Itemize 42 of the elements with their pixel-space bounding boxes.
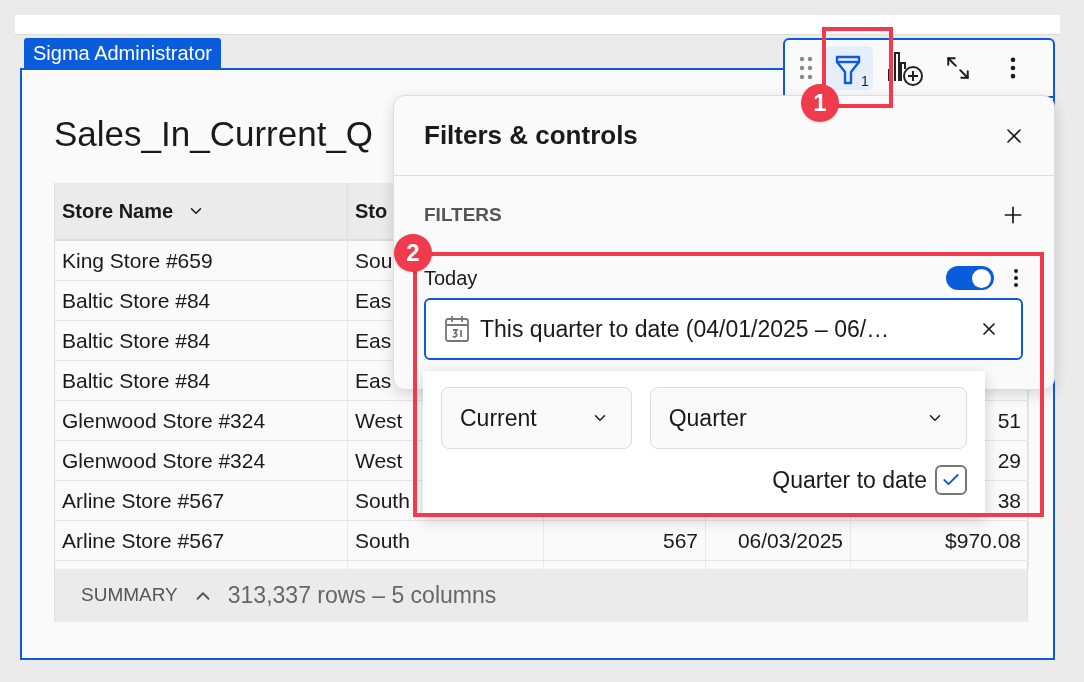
expand-icon[interactable] [945, 55, 971, 81]
calendar-icon [444, 315, 470, 343]
option-label: Quarter to date [772, 466, 927, 495]
card-title: Sales_In_Current_Q [54, 114, 374, 154]
table-cell-text: King Store #659 [62, 247, 213, 274]
table-cell-text: West [355, 447, 403, 474]
section-label: FILTERS [424, 202, 502, 227]
toggle-switch[interactable] [946, 266, 994, 290]
table-cell-text: 567 [662, 527, 698, 554]
table-cell-text: Eas [355, 367, 392, 394]
table-cell-text: Baltic Store #84 [62, 367, 211, 394]
table-cell-text: Baltic Store #84 [62, 287, 211, 314]
date-field[interactable]: This quarter to date (04/01/2025 – 06/… [424, 298, 1023, 360]
select-field[interactable]: Current [441, 387, 632, 449]
drag-handle-icon[interactable] [799, 56, 813, 80]
table-cell-text: 38 [997, 487, 1021, 514]
table-cell-text: 29 [997, 447, 1021, 474]
funnel-icon [835, 54, 861, 86]
select-field[interactable]: Quarter [649, 387, 967, 449]
panel-title: Filters & controls [424, 119, 638, 152]
table-cell-text: South [355, 527, 410, 554]
table-cell-text: $970.08 [945, 527, 1021, 554]
table-cell-text: Eas [355, 287, 392, 314]
bar-chart-plus-icon[interactable] [887, 49, 925, 87]
table-cell-text: Sou [355, 247, 393, 274]
user-tag: Sigma Administrator [24, 38, 221, 68]
table-cell-text: South [355, 487, 410, 514]
table-cell-text: Arline Store #567 [62, 487, 225, 514]
table-cell-text: Glenwood Store #324 [62, 407, 266, 434]
column-header[interactable]: Sto [355, 196, 388, 226]
row-count: 313,337 rows – 5 columns [227, 581, 497, 611]
table-cell-text: 51 [997, 407, 1021, 434]
table-cell-text: Baltic Store #84 [62, 327, 211, 354]
filter-button[interactable]: 1 [825, 46, 873, 90]
column-header[interactable]: Store Name [62, 196, 174, 226]
table-cell-text: West [355, 407, 403, 434]
table-cell-text: Arline Store #567 [62, 527, 225, 554]
table-cell-text: 06/03/2025 [737, 527, 843, 554]
table-cell-text: Glenwood Store #324 [62, 447, 266, 474]
checkbox[interactable] [935, 465, 967, 496]
summary-label[interactable]: SUMMARY [81, 581, 178, 610]
table-cell-text: Eas [355, 327, 392, 354]
